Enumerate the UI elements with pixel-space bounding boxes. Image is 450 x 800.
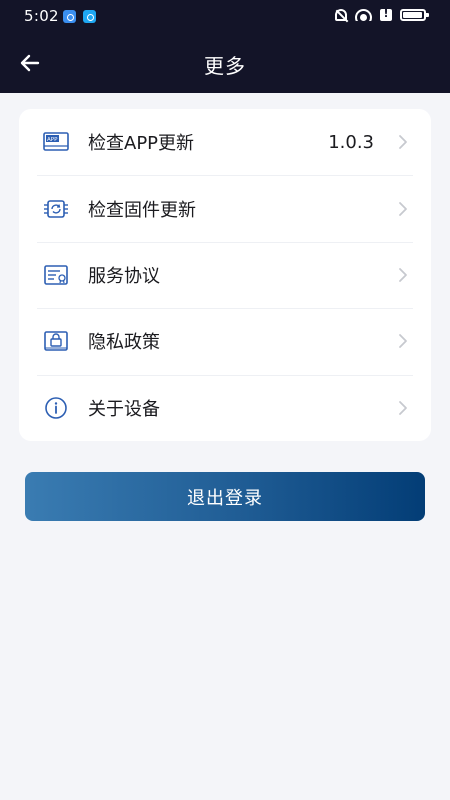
menu-item-label: 关于设备 [88, 398, 160, 420]
app-header: 5:02 更多 [0, 0, 450, 93]
menu-item-about-device[interactable]: 关于设备 [19, 374, 431, 441]
status-time: 5:02 [24, 7, 59, 25]
chevron-right-icon [399, 334, 407, 349]
firmware-chip-icon [44, 199, 68, 218]
battery-icon [400, 9, 429, 21]
logout-button[interactable]: 退出登录 [25, 472, 425, 521]
status-right-icons [335, 7, 429, 21]
menu-item-label: 检查固件更新 [88, 199, 196, 221]
browser-icon [63, 10, 76, 23]
svg-text:APP: APP [47, 137, 58, 143]
privacy-policy-icon [44, 331, 68, 352]
menu-item-service-agreement[interactable]: 服务协议 [19, 241, 431, 308]
service-agreement-icon [44, 265, 68, 285]
status-left-icons [63, 10, 96, 23]
bell-off-icon [335, 9, 347, 21]
menu-item-check-firmware-update[interactable]: 检查固件更新 [19, 175, 431, 241]
app-version-value: 1.0.3 [328, 131, 374, 153]
alert-icon [380, 7, 392, 21]
search-app-icon [83, 10, 96, 23]
wifi-icon [355, 9, 372, 21]
menu-item-label: 服务协议 [88, 265, 160, 287]
info-icon [45, 396, 67, 419]
settings-menu-card: APP 检查APP更新 1.0.3 检查固件更新 服务协议 隐私政策 关于设备 [19, 109, 431, 441]
chevron-right-icon [399, 268, 407, 282]
menu-item-label: 隐私政策 [88, 332, 160, 354]
status-bar: 5:02 [0, 0, 450, 34]
chevron-right-icon [399, 400, 407, 415]
menu-item-label: 检查APP更新 [88, 133, 195, 155]
chevron-right-icon [399, 135, 407, 150]
chevron-right-icon [399, 201, 407, 216]
menu-item-check-app-update[interactable]: APP 检查APP更新 1.0.3 [19, 109, 431, 175]
app-update-icon: APP [43, 132, 69, 151]
menu-item-privacy-policy[interactable]: 隐私政策 [19, 308, 431, 374]
page-title: 更多 [204, 54, 246, 78]
